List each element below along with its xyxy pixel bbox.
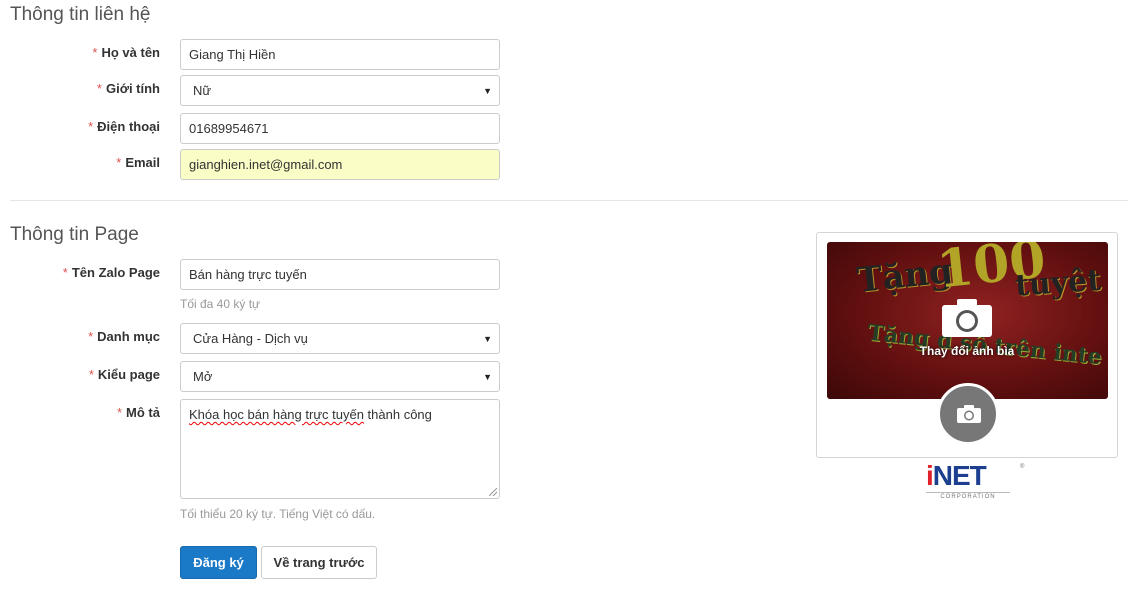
- inet-logo: iNET CORPORATION ®: [926, 460, 1025, 500]
- resize-handle[interactable]: [489, 488, 497, 496]
- description-help: Tối thiểu 20 ký tự. Tiếng Việt có dấu.: [180, 507, 376, 521]
- category-label: * Danh mục: [88, 329, 160, 344]
- phone-label: * Điện thoại: [88, 119, 160, 134]
- description-textarea[interactable]: Khóa học bán hàng trực tuyến thành công: [180, 399, 500, 499]
- description-text: thành công: [363, 407, 432, 422]
- dropdown-arrow-icon: ▼: [483, 86, 492, 96]
- change-cover-label[interactable]: Thay đổi ảnh bìa: [917, 343, 1017, 359]
- email-label: * Email: [116, 155, 160, 170]
- description-text-misspelled: Khóa học bán hàng trực tuyến: [189, 407, 364, 422]
- dropdown-arrow-icon: ▼: [483, 372, 492, 382]
- page-type-select[interactable]: Mở ▼: [180, 361, 500, 392]
- required-marker: *: [88, 367, 94, 382]
- name-input[interactable]: Giang Thị Hiền: [180, 39, 500, 70]
- zalo-page-name-help: Tối đa 40 ký tự: [180, 297, 261, 311]
- back-button[interactable]: Về trang trước: [261, 546, 377, 579]
- phone-input[interactable]: 01689954671: [180, 113, 500, 144]
- avatar-upload[interactable]: [937, 383, 999, 445]
- gender-label: * Giới tính: [96, 81, 160, 96]
- required-marker: *: [88, 329, 94, 344]
- gender-select[interactable]: Nữ ▼: [180, 75, 500, 106]
- category-select[interactable]: Cửa Hàng - Dịch vụ ▼: [180, 323, 500, 354]
- camera-icon: [957, 405, 981, 423]
- required-marker: *: [92, 45, 98, 60]
- required-marker: *: [116, 155, 122, 170]
- register-button[interactable]: Đăng ký: [180, 546, 257, 579]
- email-input[interactable]: gianghien.inet@gmail.com: [180, 149, 500, 180]
- page-type-value: Mở: [193, 369, 213, 384]
- gender-value: Nữ: [193, 83, 212, 98]
- category-value: Cửa Hàng - Dịch vụ: [193, 331, 308, 346]
- page-section-title: Thông tin Page: [10, 224, 139, 245]
- dropdown-arrow-icon: ▼: [483, 334, 492, 344]
- required-marker: *: [88, 119, 94, 134]
- camera-icon[interactable]: [941, 298, 993, 338]
- name-label: * Họ và tên: [92, 45, 160, 60]
- description-label: * Mô tả: [116, 405, 160, 420]
- cover-image[interactable]: Tặng 100 tuyệt ch Tặng đ số trên inte Th…: [827, 242, 1108, 399]
- required-marker: *: [62, 265, 68, 280]
- required-marker: *: [96, 81, 102, 96]
- page-preview-card: Tặng 100 tuyệt ch Tặng đ số trên inte Th…: [816, 232, 1118, 458]
- required-marker: *: [116, 405, 123, 420]
- contact-section-title: Thông tin liên hệ: [10, 4, 151, 25]
- zalo-page-name-label: * Tên Zalo Page: [62, 265, 160, 280]
- zalo-page-name-input[interactable]: Bán hàng trực tuyến: [180, 259, 500, 290]
- section-divider: [10, 200, 1128, 201]
- page-type-label: * Kiểu page: [88, 367, 160, 382]
